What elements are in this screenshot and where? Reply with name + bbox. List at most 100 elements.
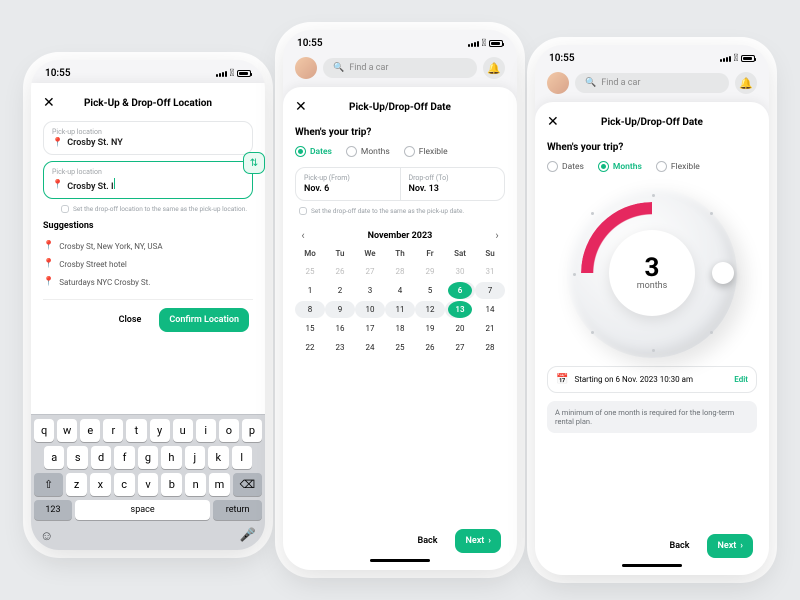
key-h[interactable]: h xyxy=(161,446,181,469)
radio-dates[interactable]: Dates xyxy=(547,161,584,172)
suggestion-item[interactable]: 📍Crosby Street hotel xyxy=(43,255,253,273)
checkbox-icon[interactable] xyxy=(61,205,69,213)
key-backspace[interactable]: ⌫ xyxy=(233,473,262,496)
key-o[interactable]: o xyxy=(219,419,239,442)
cal-day[interactable]: 31 xyxy=(475,263,505,280)
key-z[interactable]: z xyxy=(66,473,87,496)
cal-day[interactable]: 24 xyxy=(355,339,385,356)
next-button[interactable]: Next› xyxy=(455,529,501,553)
cal-day[interactable]: 11 xyxy=(385,301,415,318)
key-c[interactable]: c xyxy=(114,473,135,496)
cal-day[interactable]: 4 xyxy=(385,282,415,299)
key-r[interactable]: r xyxy=(103,419,123,442)
key-j[interactable]: j xyxy=(185,446,205,469)
cal-day[interactable]: 5 xyxy=(415,282,445,299)
key-f[interactable]: f xyxy=(114,446,134,469)
key-e[interactable]: e xyxy=(80,419,100,442)
key-u[interactable]: u xyxy=(173,419,193,442)
suggestion-item[interactable]: 📍Crosby St, New York, NY, USA xyxy=(43,237,253,255)
radio-flexible[interactable]: Flexible xyxy=(404,146,448,157)
key-q[interactable]: q xyxy=(34,419,54,442)
key-a[interactable]: a xyxy=(44,446,64,469)
key-l[interactable]: l xyxy=(232,446,252,469)
cal-day[interactable]: 22 xyxy=(295,339,325,356)
key-n[interactable]: n xyxy=(185,473,206,496)
key-s[interactable]: s xyxy=(67,446,87,469)
pickup-location-field[interactable]: Pick-up location 📍 Crosby St. NY xyxy=(43,121,253,155)
back-button[interactable]: Back xyxy=(659,534,699,558)
same-as-pickup-option[interactable]: Set the drop-off location to the same as… xyxy=(43,205,253,221)
cal-day[interactable]: 23 xyxy=(325,339,355,356)
cal-day[interactable]: 1 xyxy=(295,282,325,299)
months-dial[interactable]: 3 months xyxy=(567,188,737,358)
key-shift[interactable]: ⇧ xyxy=(34,473,63,496)
cal-day[interactable]: 27 xyxy=(355,263,385,280)
next-button[interactable]: Next› xyxy=(707,534,753,558)
radio-months[interactable]: Months xyxy=(346,146,390,157)
emoji-key[interactable]: ☺ xyxy=(40,528,53,544)
cal-day[interactable]: 25 xyxy=(295,263,325,280)
cal-day[interactable]: 21 xyxy=(475,320,505,337)
radio-flexible[interactable]: Flexible xyxy=(656,161,700,172)
cal-day[interactable]: 2 xyxy=(325,282,355,299)
avatar[interactable] xyxy=(295,57,317,79)
key-d[interactable]: d xyxy=(91,446,111,469)
confirm-location-button[interactable]: Confirm Location xyxy=(159,308,249,332)
cal-day[interactable]: 28 xyxy=(385,263,415,280)
back-button[interactable]: Back xyxy=(407,529,447,553)
key-m[interactable]: m xyxy=(209,473,230,496)
cal-day[interactable]: 17 xyxy=(355,320,385,337)
search-input[interactable]: 🔍 Find a car xyxy=(323,58,477,78)
cal-day[interactable]: 12 xyxy=(415,301,445,318)
pickup-date-field[interactable]: Pick-up (From) Nov. 6 xyxy=(296,168,400,200)
dial-knob[interactable] xyxy=(712,262,734,284)
dropoff-date-field[interactable]: Drop-off (To) Nov. 13 xyxy=(400,168,505,200)
key-v[interactable]: v xyxy=(138,473,159,496)
cal-day[interactable]: 3 xyxy=(355,282,385,299)
cal-day[interactable]: 9 xyxy=(325,301,355,318)
cal-day-end[interactable]: 13 xyxy=(445,301,475,318)
cal-day[interactable]: 25 xyxy=(385,339,415,356)
same-as-pickup-date-option[interactable]: Set the drop-off date to the same as the… xyxy=(295,207,505,223)
key-space[interactable]: space xyxy=(75,500,210,520)
checkbox-icon[interactable] xyxy=(299,207,307,215)
start-date-row[interactable]: 📅 Starting on 6 Nov. 2023 10:30 am Edit xyxy=(547,366,757,393)
key-return[interactable]: return xyxy=(213,500,262,520)
key-g[interactable]: g xyxy=(138,446,158,469)
swap-locations-button[interactable]: ⇅ xyxy=(243,152,265,174)
suggestion-item[interactable]: 📍Saturdays NYC Crosby St. xyxy=(43,273,253,291)
cal-day[interactable]: 15 xyxy=(295,320,325,337)
key-w[interactable]: w xyxy=(57,419,77,442)
cal-day[interactable]: 7 xyxy=(475,282,505,299)
cal-day[interactable]: 27 xyxy=(445,339,475,356)
notifications-button[interactable]: 🔔 xyxy=(483,57,505,79)
cal-day[interactable]: 16 xyxy=(325,320,355,337)
cal-day[interactable]: 18 xyxy=(385,320,415,337)
next-month-button[interactable]: › xyxy=(489,229,505,242)
key-y[interactable]: y xyxy=(150,419,170,442)
cal-day[interactable]: 20 xyxy=(445,320,475,337)
key-k[interactable]: k xyxy=(208,446,228,469)
mic-key[interactable]: 🎤 xyxy=(240,528,256,544)
notifications-button[interactable]: 🔔 xyxy=(735,72,757,94)
close-button[interactable]: Close xyxy=(109,308,152,332)
search-input[interactable]: 🔍 Find a car xyxy=(575,73,729,93)
cal-day[interactable]: 29 xyxy=(415,263,445,280)
radio-months[interactable]: Months xyxy=(598,161,642,172)
cal-day[interactable]: 30 xyxy=(445,263,475,280)
key-123[interactable]: 123 xyxy=(34,500,72,520)
cal-day[interactable]: 8 xyxy=(295,301,325,318)
cal-day[interactable]: 26 xyxy=(415,339,445,356)
key-i[interactable]: i xyxy=(196,419,216,442)
cal-day[interactable]: 26 xyxy=(325,263,355,280)
radio-dates[interactable]: Dates xyxy=(295,146,332,157)
avatar[interactable] xyxy=(547,72,569,94)
edit-button[interactable]: Edit xyxy=(734,375,748,384)
cal-day[interactable]: 28 xyxy=(475,339,505,356)
key-p[interactable]: p xyxy=(242,419,262,442)
dropoff-location-field[interactable]: Pick-up location 📍 Crosby St. I xyxy=(43,161,253,199)
key-t[interactable]: t xyxy=(126,419,146,442)
prev-month-button[interactable]: ‹ xyxy=(295,229,311,242)
cal-day-start[interactable]: 6 xyxy=(445,282,475,299)
key-b[interactable]: b xyxy=(161,473,182,496)
